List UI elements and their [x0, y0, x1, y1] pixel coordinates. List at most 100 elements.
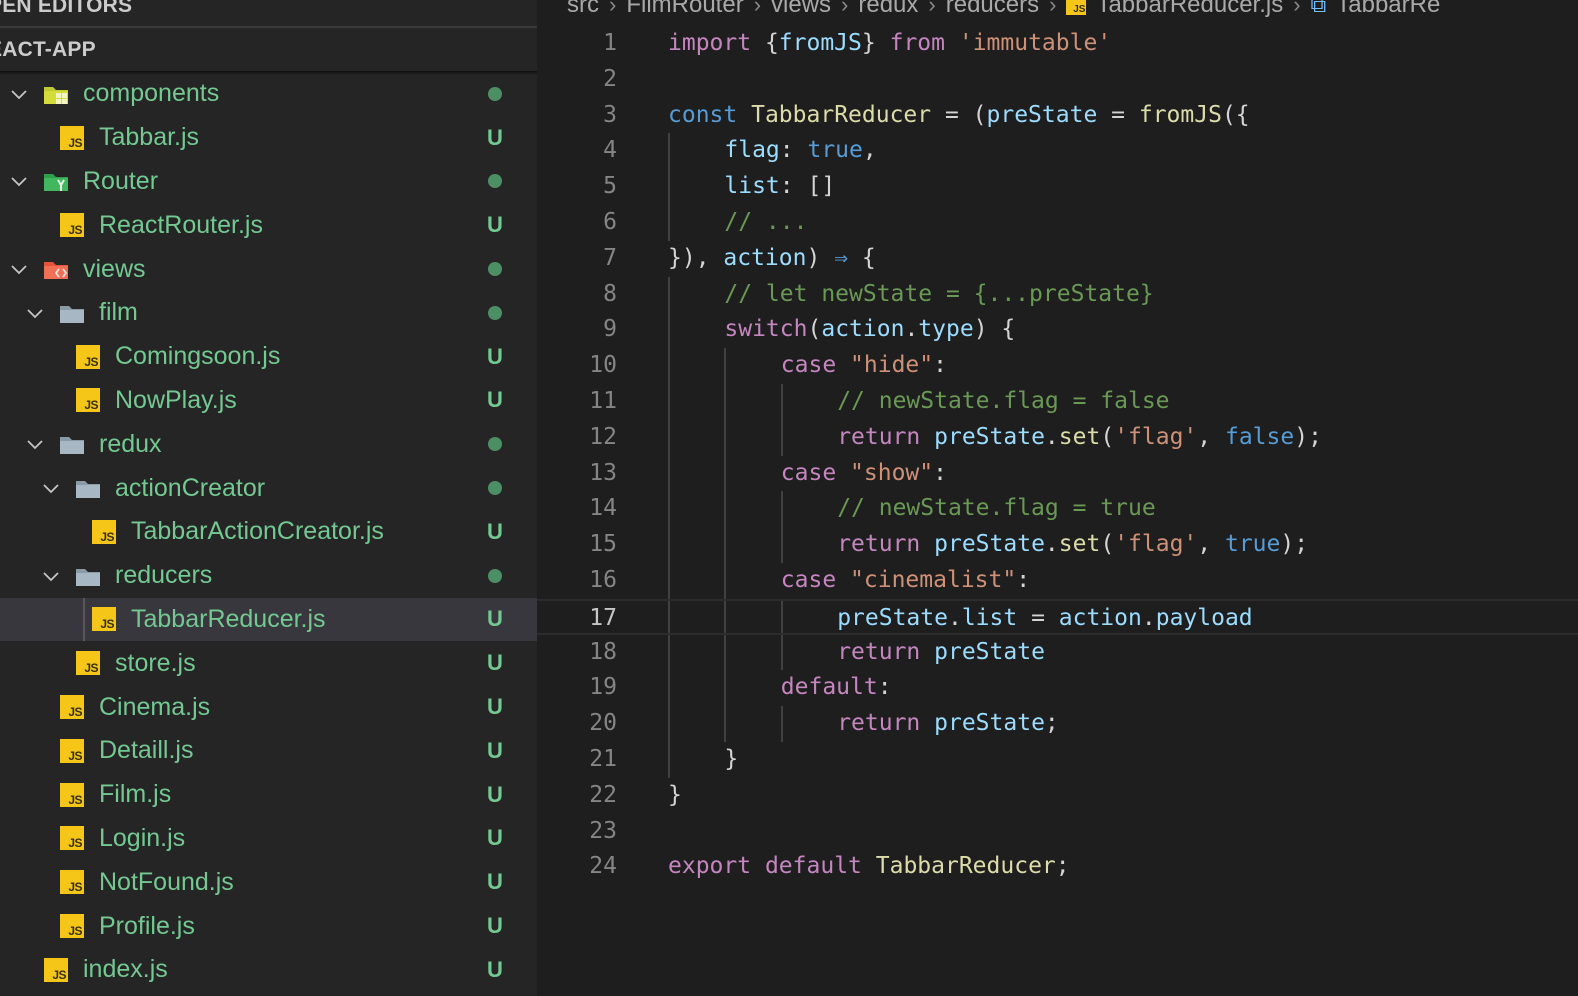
code-line[interactable]: 3 const TabbarReducer = (preState = fromJ…	[537, 98, 1578, 134]
folder-row-actioncreator[interactable]: actionCreator	[0, 466, 537, 510]
line-number: 21	[589, 745, 617, 772]
line-number: 3	[603, 101, 617, 128]
indent-guide	[780, 419, 783, 456]
indent-guide	[724, 527, 727, 563]
code-line[interactable]: 22}	[537, 778, 1578, 814]
code-token: );	[1294, 423, 1322, 450]
code-line[interactable]: 18 return preState	[537, 634, 1578, 671]
git-modified-dot	[488, 174, 502, 189]
code-line[interactable]: 5 list: []	[537, 169, 1578, 205]
chevron-down-icon[interactable]	[8, 170, 30, 192]
code-text: return preState	[837, 635, 1045, 671]
code-line[interactable]: 15 return preState.set('flag', true);	[537, 527, 1578, 563]
code-text: return preState;	[837, 706, 1059, 742]
js-file-icon: JS	[57, 867, 87, 897]
code-line[interactable]: 8 // let newState = {...preState}	[537, 276, 1578, 313]
chevron-right-icon: ›	[1293, 0, 1301, 17]
code-token: // newState.flag = false	[837, 387, 1170, 414]
line-number: 8	[603, 280, 617, 307]
file-row-reactrouter-js[interactable]: JS ReactRouter.js U	[0, 203, 537, 247]
code-line[interactable]: 4 flag: true,	[537, 133, 1578, 170]
code-line[interactable]: 2	[537, 62, 1578, 98]
folder-row-redux[interactable]: redux	[0, 422, 537, 466]
folder-row-router[interactable]: Router	[0, 160, 537, 204]
chevron-down-icon[interactable]	[40, 477, 62, 499]
file-row-film-js[interactable]: JS Film.js U	[0, 773, 537, 817]
code-text: // newState.flag = false	[837, 384, 1169, 420]
line-number: 20	[589, 710, 617, 737]
file-row-index-js[interactable]: JS index.js U	[0, 948, 537, 992]
file-row-comingsoon-js[interactable]: JS Comingsoon.js U	[0, 335, 537, 379]
breadcrumb-item[interactable]: reducers	[946, 0, 1039, 19]
code-editor[interactable]: src › FilmRouter › views › redux › reducers › JS Ta…	[537, 0, 1578, 996]
code-line[interactable]: 24 export default TabbarReducer;	[537, 849, 1578, 885]
line-number: 23	[589, 817, 617, 844]
code-line[interactable]: 7}), action) ⇒ {	[537, 241, 1578, 277]
breadcrumb-item[interactable]: TabbarRe	[1336, 0, 1440, 19]
js-file-icon: JS	[57, 210, 87, 240]
file-row-detaill-js[interactable]: JS Detaill.js U	[0, 729, 537, 773]
code-line[interactable]: 11 // newState.flag = false	[537, 383, 1578, 420]
code-line[interactable]: 6 // ...	[537, 204, 1578, 241]
chevron-down-icon[interactable]	[8, 258, 30, 280]
tree-item-label: Router	[83, 166, 159, 195]
folder-row-views[interactable]: views	[0, 247, 537, 291]
indent-guide	[668, 527, 670, 563]
file-row-notfound-js[interactable]: JS NotFound.js U	[0, 860, 537, 904]
code-token: return	[837, 710, 921, 737]
chevron-down-icon[interactable]	[40, 565, 62, 587]
code-line[interactable]: 9 switch(action.type) {	[537, 312, 1578, 349]
file-row-profile-js[interactable]: JS Profile.js U	[0, 904, 537, 948]
line-number: 19	[589, 674, 617, 701]
code-token: ,	[1197, 531, 1225, 558]
breadcrumb-item[interactable]: views	[771, 0, 831, 19]
chevron-down-icon[interactable]	[24, 302, 46, 324]
breadcrumb-item[interactable]: TabbarReducer.js	[1096, 0, 1283, 19]
indent-guide	[724, 706, 727, 742]
code-line[interactable]: 19 default:	[537, 670, 1578, 707]
open-editors-header[interactable]: PEN EDITORS	[0, 0, 537, 20]
code-token: true	[807, 137, 863, 164]
file-row-store-js[interactable]: JS store.js U	[0, 641, 537, 685]
file-row-nowplay-js[interactable]: JS NowPlay.js U	[0, 379, 537, 423]
code-line[interactable]: 1 import {fromJS} from 'immutable'	[537, 26, 1578, 62]
code-line[interactable]: 12 return preState.set('flag', false);	[537, 419, 1578, 456]
file-row-tabbarreducer-js[interactable]: JS TabbarReducer.js U	[0, 597, 537, 642]
code-token: }	[861, 30, 890, 56]
indent-guide	[780, 706, 783, 742]
code-token: ,	[862, 137, 877, 164]
code-line[interactable]: 14 // newState.flag = true	[537, 491, 1578, 528]
folder-row-reducers[interactable]: reducers	[0, 554, 537, 598]
code-line[interactable]: 21}	[537, 741, 1578, 778]
project-header[interactable]: EACT-APP	[0, 28, 537, 72]
code-area[interactable]: 1 import {fromJS} from 'immutable' 2 3 const…	[537, 26, 1578, 885]
code-line[interactable]: 17 preState.list = action.payload	[537, 598, 1578, 635]
breadcrumb-item[interactable]: src	[567, 0, 599, 19]
code-token: preState	[934, 710, 1045, 737]
chevron-down-icon[interactable]	[8, 83, 30, 105]
code-line[interactable]: 10 case "hide":	[537, 348, 1578, 384]
router-folder-icon	[41, 166, 71, 196]
code-line[interactable]: 16 case "cinemalist":	[537, 562, 1578, 599]
file-row-cinema-js[interactable]: JS Cinema.js U	[0, 685, 537, 729]
code-token: =	[1017, 604, 1059, 631]
chevron-down-icon[interactable]	[24, 433, 46, 455]
file-row-tabbaractioncreator-js[interactable]: JS TabbarActionCreator.js U	[0, 510, 537, 554]
indent-guide	[668, 383, 670, 420]
file-row-login-js[interactable]: JS Login.js U	[0, 817, 537, 861]
code-token: {	[751, 30, 779, 56]
indent-guide	[668, 419, 670, 456]
breadcrumb-item[interactable]: FilmRouter	[626, 0, 743, 19]
file-row-tabbar-js[interactable]: JS Tabbar.js U	[0, 116, 537, 160]
breadcrumb: src › FilmRouter › views › redux › reducers › JS Ta…	[567, 0, 1440, 20]
folder-row-components[interactable]: components	[0, 72, 537, 116]
breadcrumb-item[interactable]: redux	[858, 0, 918, 19]
code-line[interactable]: 13 case "show":	[537, 455, 1578, 492]
tree-item-label: Login.js	[99, 823, 186, 852]
code-line[interactable]: 23	[537, 814, 1578, 850]
line-number: 6	[603, 208, 617, 235]
folder-row-film[interactable]: film	[0, 291, 537, 335]
code-line[interactable]: 20 return preState;	[537, 706, 1578, 742]
